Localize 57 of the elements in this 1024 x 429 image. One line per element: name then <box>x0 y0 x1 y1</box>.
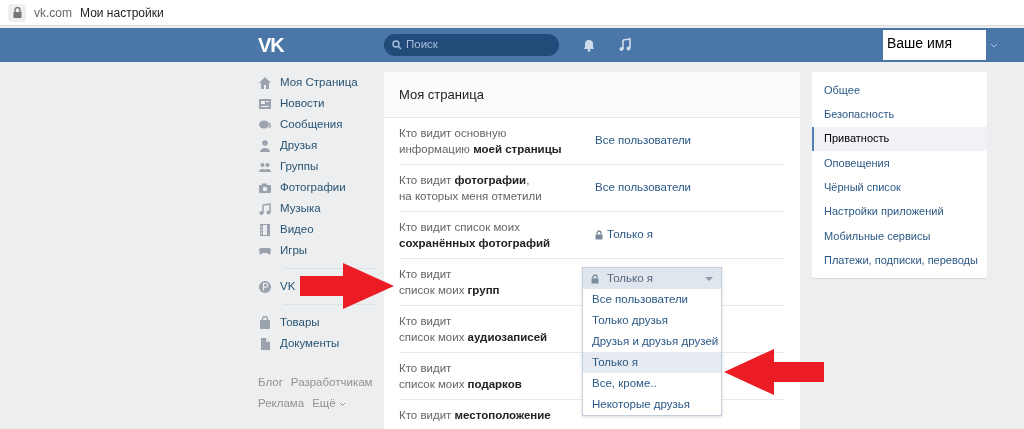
music-note-icon[interactable] <box>619 38 631 52</box>
dropdown-option[interactable]: Все пользователи <box>583 289 721 310</box>
settings-menu-item[interactable]: Настройки приложений <box>812 199 987 224</box>
setting-label: Кто видит основную информацию моей страницы <box>399 126 563 157</box>
dropdown-option[interactable]: Только я <box>583 352 721 373</box>
settings-menu-item[interactable]: Оповещения <box>812 150 987 176</box>
site-logo[interactable]: VK <box>258 34 284 56</box>
nav-link-text[interactable]: Видео <box>280 220 314 239</box>
setting-label: Кто видит список моих групп <box>399 267 501 298</box>
settings-menu-item[interactable]: Платежи, подписки, переводы <box>812 248 987 273</box>
settings-menu-item[interactable]: Приватность <box>812 126 987 151</box>
dropdown-toggle[interactable]: Только я <box>583 268 721 289</box>
newspaper-icon <box>258 96 272 111</box>
page-title: Мои настройки <box>80 4 164 22</box>
nav-link-text[interactable]: Моя Страница <box>280 73 358 92</box>
dropdown-option[interactable]: Все, кроме.. <box>583 373 721 394</box>
film-icon <box>258 222 272 237</box>
setting-label: Кто видит список моих сохранённых фотографий <box>399 220 552 251</box>
nav-link-text[interactable]: VK <box>280 277 296 296</box>
dropdown-option[interactable]: Друзья и друзья друзей <box>583 331 721 352</box>
search-icon <box>392 40 402 50</box>
setting-value[interactable]: Только я <box>595 226 653 244</box>
nav-link-text[interactable]: Фотографии <box>280 178 346 197</box>
dropdown-option[interactable]: Только друзья <box>583 310 721 331</box>
settings-menu-item[interactable]: Чёрный список <box>812 175 987 200</box>
dropdown-option[interactable]: Некоторые друзья <box>583 394 721 415</box>
settings-menu-item[interactable]: Безопасность <box>812 102 987 127</box>
bell-icon[interactable] <box>583 38 595 52</box>
user-name[interactable]: Ваше имя <box>883 30 986 60</box>
nav-link-text[interactable]: Сообщения <box>280 115 343 134</box>
nav-link-text[interactable]: Новости <box>280 94 325 113</box>
nav-link-text[interactable]: Игры <box>280 241 308 260</box>
shopping-bag-icon <box>258 315 272 330</box>
music-note-icon <box>258 201 272 216</box>
home-icon <box>258 75 272 90</box>
setting-label: Кто видит местоположение <box>399 408 552 423</box>
address-url[interactable]: vk.com <box>34 3 72 22</box>
settings-menu-item[interactable]: Мобильные сервисы <box>812 223 987 249</box>
nav-link-text[interactable]: Музыка <box>280 199 321 218</box>
setting-value[interactable]: Все пользователи <box>595 179 692 197</box>
caret-icon[interactable] <box>990 42 998 48</box>
person-icon <box>258 138 272 153</box>
setting-label: Кто видит фотографии, на которых меня отметили <box>399 173 543 204</box>
search-field[interactable]: Поиск <box>384 34 559 56</box>
section-title: Моя страница <box>399 85 484 104</box>
caret-icon <box>338 401 346 407</box>
nav-link-text[interactable]: Группы <box>280 157 319 176</box>
padlock-icon <box>12 7 22 18</box>
nav-link-text[interactable]: Товары <box>280 313 320 332</box>
setting-label: Кто видит список моих подарков <box>399 361 523 392</box>
nav-link-text[interactable]: Друзья <box>280 136 318 155</box>
caret-icon <box>705 276 713 281</box>
document-icon <box>258 336 272 351</box>
setting-value[interactable]: Все пользователи <box>595 132 692 150</box>
nav-link-text[interactable]: Документы <box>280 334 340 353</box>
settings-menu-item[interactable]: Общее <box>812 78 987 103</box>
coin-icon <box>258 279 272 294</box>
